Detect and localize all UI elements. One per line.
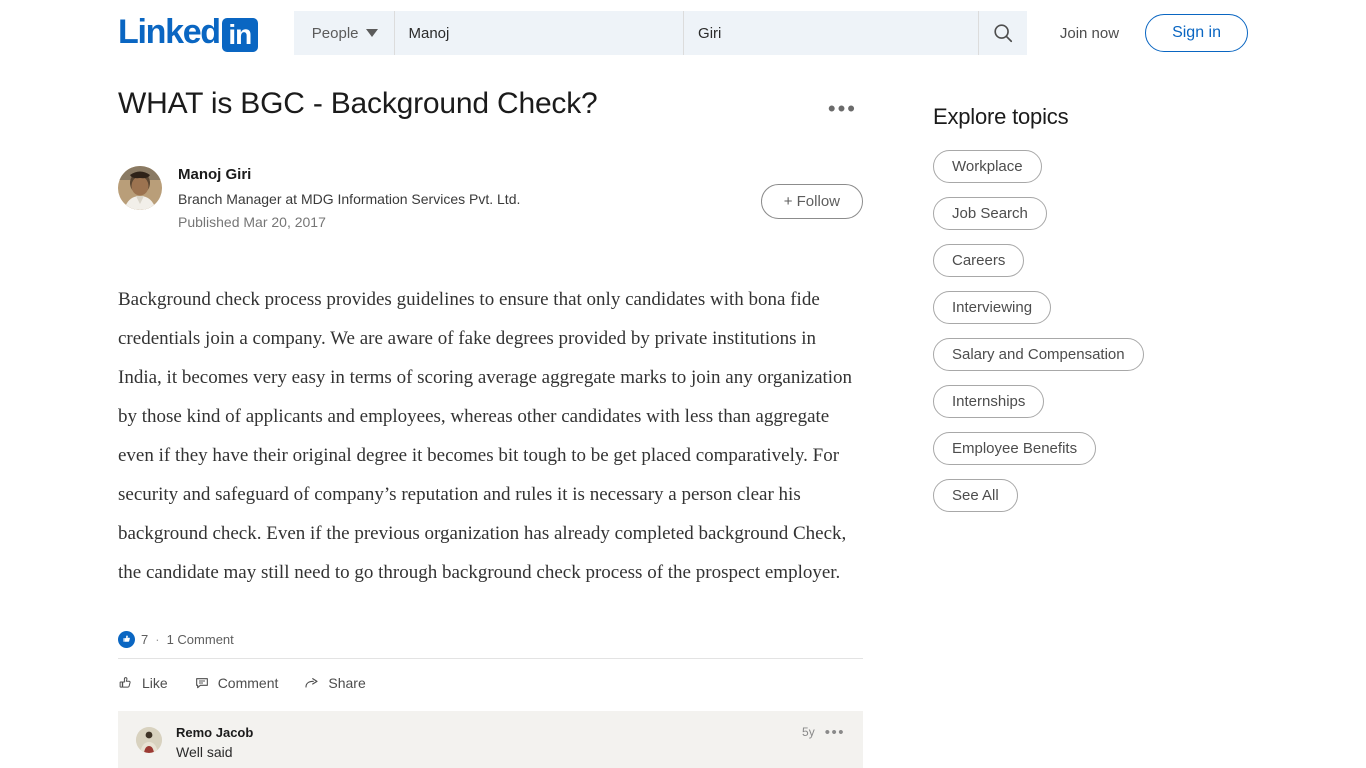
chevron-down-icon [365,29,378,37]
share-button-label: Share [328,674,366,691]
comment-button-label: Comment [217,674,279,691]
search-location-input[interactable] [684,11,979,55]
article-body: Background check process provides guidel… [118,289,853,583]
comment-header: Remo Jacob 5y ••• [176,725,845,740]
topic-row: Employee Benefits [933,432,1233,479]
search-submit-button[interactable] [979,11,1027,55]
sidebar-title: Explore topics [933,104,1069,129]
author-avatar [118,166,162,210]
count-separator: · [155,631,160,647]
topic-pill-see-all[interactable]: See All [933,479,1018,512]
article-title-row: WHAT is BGC - Background Check? ••• [118,84,863,128]
avatar[interactable] [136,726,162,753]
explore-topics-sidebar: Explore topics Workplace Job Search Care… [933,84,1233,768]
topic-row: Salary and Compensation [933,338,1233,385]
reaction-like-badge [118,630,135,648]
published-date: Published Mar 20, 2017 [178,213,326,230]
search-facet-dropdown[interactable]: People [294,11,395,55]
list-item: Remo Jacob 5y ••• Well said Like Reply [118,710,863,768]
linkedin-logo[interactable]: Linked in [118,13,258,52]
topic-row: Interviewing [933,291,1233,338]
comment-overflow-menu-icon[interactable]: ••• [825,725,845,740]
comment-main: Remo Jacob 5y ••• Well said Like Reply [176,725,845,768]
search-bar: People [293,11,1027,55]
page-content: WHAT is BGC - Background Check? ••• Mano… [0,66,1366,768]
comment-timestamp: 5y [802,725,815,740]
author-row: Manoj Giri Branch Manager at MDG Informa… [118,164,863,233]
follow-button[interactable]: + Follow [760,184,863,220]
topic-pill-interviewing[interactable]: Interviewing [933,291,1052,324]
comment-author-name[interactable]: Remo Jacob [176,725,253,740]
topic-pill-salary-and-compensation[interactable]: Salary and Compensation [933,338,1144,371]
share-button[interactable]: Share [304,671,366,695]
logo-in-badge: in [221,18,258,52]
topic-pill-job-search[interactable]: Job Search [933,197,1047,230]
topic-pill-workplace[interactable]: Workplace [933,150,1042,183]
sign-in-button[interactable]: Sign in [1145,14,1248,52]
topic-pill-careers[interactable]: Careers [933,244,1025,277]
author-meta: Manoj Giri Branch Manager at MDG Informa… [178,164,761,233]
like-button[interactable]: Like [118,671,168,695]
comment-text: Well said [176,743,233,760]
global-header: Linkedin People Join now Sign in [0,0,1366,66]
author-name[interactable]: Manoj Giri [178,164,761,187]
article-overflow-menu-icon[interactable]: ••• [822,90,863,128]
topic-row: Internships [933,385,1233,432]
topic-row: Careers [933,244,1233,291]
comment-button[interactable]: Comment [194,671,279,695]
article-column: WHAT is BGC - Background Check? ••• Mano… [118,84,863,768]
search-facet-label: People [311,24,359,42]
reaction-count: 7 [141,631,149,647]
comment-meta: 5y ••• [802,725,845,740]
comment-count-link[interactable]: 1 Comment [167,632,234,647]
topic-row: See All [933,479,1233,526]
author-headline: Branch Manager at MDG Information Servic… [178,190,521,207]
page-title: WHAT is BGC - Background Check? [118,87,598,120]
avatar[interactable] [118,166,162,210]
logo-wordmark: Linked [118,13,221,51]
search-icon [994,24,1012,43]
commenter-avatar [136,726,162,753]
search-keyword-input[interactable] [394,11,685,55]
topic-pill-internships[interactable]: Internships [933,385,1045,418]
topic-row: Job Search [933,197,1233,244]
comment-bubble-icon [195,677,208,688]
topic-row: Workplace [933,150,1233,197]
join-now-link[interactable]: Join now [1042,15,1137,52]
topic-pill-employee-benefits[interactable]: Employee Benefits [933,432,1097,465]
thumbs-up-outline-icon [119,676,131,688]
share-arrow-icon [305,677,318,688]
social-counts: 7 · 1 Comment [118,630,863,648]
like-button-label: Like [142,674,168,691]
header-actions: Join now Sign in [1042,14,1366,52]
thumbs-up-icon [122,635,130,642]
action-bar: Like Comment Share [118,657,863,695]
